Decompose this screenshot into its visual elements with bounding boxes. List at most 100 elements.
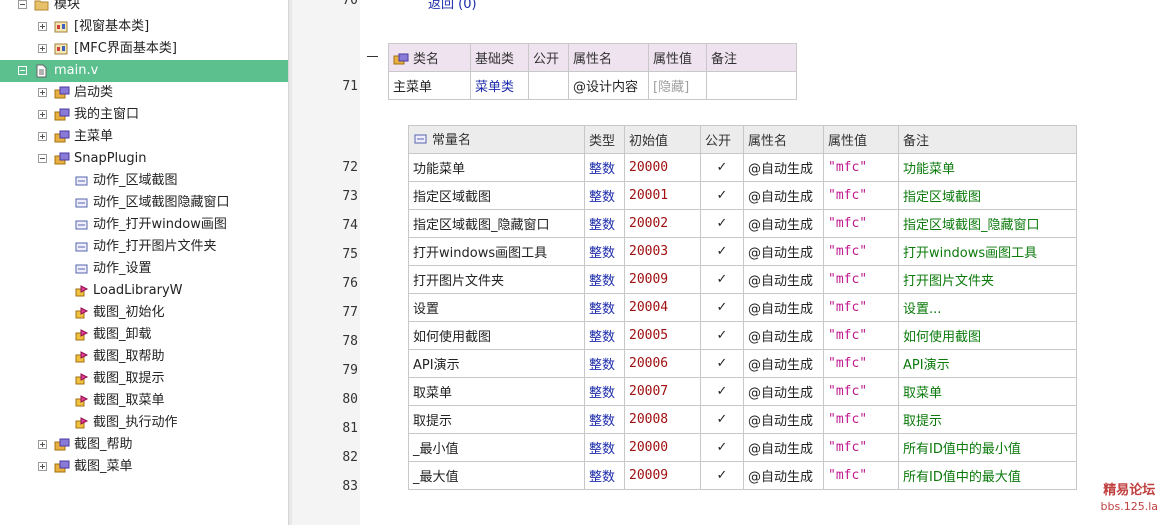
constant-row[interactable]: API演示 整数 20006 ✓ @自动生成 "mfc" API演示 <box>408 349 1077 378</box>
public-check-cell[interactable]: ✓ <box>700 433 744 462</box>
tree-item[interactable]: 截图_执行动作 <box>0 412 288 434</box>
constant-row[interactable]: _最大值 整数 20009 ✓ @自动生成 "mfc" 所有ID值中的最大值 <box>408 461 1077 490</box>
type-cell[interactable]: 整数 <box>584 153 625 182</box>
constant-name-cell[interactable]: _最小值 <box>408 433 585 462</box>
attr-value-cell[interactable]: "mfc" <box>823 377 899 406</box>
tree-item[interactable]: 截图_菜单 <box>0 456 288 478</box>
tree-item[interactable]: 启动类 <box>0 82 288 104</box>
attr-name-cell[interactable]: @设计内容 <box>568 71 649 100</box>
constant-name-cell[interactable]: API演示 <box>408 349 585 378</box>
tree-item[interactable]: 动作_区域截图 <box>0 170 288 192</box>
constant-row[interactable]: 功能菜单 整数 20000 ✓ @自动生成 "mfc" 功能菜单 <box>408 153 1077 182</box>
public-check-cell[interactable]: ✓ <box>700 349 744 378</box>
note-cell[interactable]: 取提示 <box>898 405 1077 434</box>
type-cell[interactable]: 整数 <box>584 377 625 406</box>
constant-name-cell[interactable]: 打开图片文件夹 <box>408 265 585 294</box>
constant-name-cell[interactable]: 功能菜单 <box>408 153 585 182</box>
public-check-cell[interactable]: ✓ <box>700 237 744 266</box>
tree-item[interactable]: 截图_取帮助 <box>0 346 288 368</box>
attr-name-cell[interactable]: @自动生成 <box>743 433 824 462</box>
type-cell[interactable]: 整数 <box>584 209 625 238</box>
attr-name-cell[interactable]: @自动生成 <box>743 321 824 350</box>
collapse-icon[interactable] <box>18 66 27 75</box>
constant-row[interactable]: 取提示 整数 20008 ✓ @自动生成 "mfc" 取提示 <box>408 405 1077 434</box>
attr-value-cell[interactable]: "mfc" <box>823 265 899 294</box>
attr-name-cell[interactable]: @自动生成 <box>743 265 824 294</box>
attr-name-cell[interactable]: @自动生成 <box>743 237 824 266</box>
public-check-cell[interactable]: ✓ <box>700 209 744 238</box>
tree-item[interactable]: 动作_设置 <box>0 258 288 280</box>
constant-name-cell[interactable]: 如何使用截图 <box>408 321 585 350</box>
attr-value-cell[interactable]: "mfc" <box>823 461 899 490</box>
collapse-icon[interactable] <box>38 154 47 163</box>
tree-item[interactable]: 动作_打开window画图 <box>0 214 288 236</box>
type-cell[interactable]: 整数 <box>584 405 625 434</box>
attr-value-cell[interactable]: "mfc" <box>823 153 899 182</box>
attr-value-cell[interactable]: "mfc" <box>823 293 899 322</box>
attr-name-cell[interactable]: @自动生成 <box>743 209 824 238</box>
expand-icon[interactable] <box>38 22 47 31</box>
public-check-cell[interactable]: ✓ <box>700 265 744 294</box>
note-cell[interactable]: 指定区域截图 <box>898 181 1077 210</box>
attr-value-cell[interactable]: "mfc" <box>823 349 899 378</box>
note-cell[interactable]: 设置... <box>898 293 1077 322</box>
expand-icon[interactable] <box>38 110 47 119</box>
initial-value-cell[interactable]: 20005 <box>624 321 701 350</box>
initial-value-cell[interactable]: 20000 <box>624 433 701 462</box>
type-cell[interactable]: 整数 <box>584 293 625 322</box>
fold-marker-icon[interactable] <box>367 56 378 57</box>
note-cell[interactable]: 打开图片文件夹 <box>898 265 1077 294</box>
note-cell[interactable]: 取菜单 <box>898 377 1077 406</box>
constant-name-cell[interactable]: _最大值 <box>408 461 585 490</box>
initial-value-cell[interactable]: 20004 <box>624 293 701 322</box>
constant-name-cell[interactable]: 取菜单 <box>408 377 585 406</box>
initial-value-cell[interactable]: 20002 <box>624 209 701 238</box>
public-check-cell[interactable]: ✓ <box>700 321 744 350</box>
attr-value-cell[interactable]: [隐藏] <box>648 71 707 100</box>
tree-item[interactable]: main.v <box>0 60 288 82</box>
constant-name-cell[interactable]: 设置 <box>408 293 585 322</box>
tree-item[interactable]: SnapPlugin <box>0 148 288 170</box>
class-name-cell[interactable]: 主菜单 <box>388 71 471 100</box>
tree-item[interactable]: 截图_初始化 <box>0 302 288 324</box>
initial-value-cell[interactable]: 20003 <box>624 237 701 266</box>
tree-item[interactable]: [视窗基本类] <box>0 16 288 38</box>
constant-row[interactable]: 如何使用截图 整数 20005 ✓ @自动生成 "mfc" 如何使用截图 <box>408 321 1077 350</box>
note-cell[interactable]: 所有ID值中的最小值 <box>898 433 1077 462</box>
attr-value-cell[interactable]: "mfc" <box>823 181 899 210</box>
type-cell[interactable]: 整数 <box>584 181 625 210</box>
type-cell[interactable]: 整数 <box>584 237 625 266</box>
initial-value-cell[interactable]: 20009 <box>624 265 701 294</box>
note-cell[interactable]: 打开windows画图工具 <box>898 237 1077 266</box>
tree-item[interactable]: 动作_区域截图隐藏窗口 <box>0 192 288 214</box>
attr-name-cell[interactable]: @自动生成 <box>743 461 824 490</box>
public-check-cell[interactable]: ✓ <box>700 377 744 406</box>
attr-name-cell[interactable]: @自动生成 <box>743 153 824 182</box>
attr-name-cell[interactable]: @自动生成 <box>743 181 824 210</box>
attr-name-cell[interactable]: @自动生成 <box>743 349 824 378</box>
initial-value-cell[interactable]: 20007 <box>624 377 701 406</box>
tree-item[interactable]: LoadLibraryW <box>0 280 288 302</box>
tree-item[interactable]: 截图_取提示 <box>0 368 288 390</box>
type-cell[interactable]: 整数 <box>584 265 625 294</box>
note-cell[interactable]: 所有ID值中的最大值 <box>898 461 1077 490</box>
class-row[interactable]: 主菜单 菜单类 @设计内容 [隐藏] <box>388 71 797 100</box>
note-cell[interactable]: 指定区域截图_隐藏窗口 <box>898 209 1077 238</box>
note-cell[interactable]: 如何使用截图 <box>898 321 1077 350</box>
public-check-cell[interactable]: ✓ <box>700 181 744 210</box>
public-check-cell[interactable]: ✓ <box>700 461 744 490</box>
type-cell[interactable]: 整数 <box>584 433 625 462</box>
type-cell[interactable]: 整数 <box>584 321 625 350</box>
tree-item[interactable]: 主菜单 <box>0 126 288 148</box>
constant-row[interactable]: 设置 整数 20004 ✓ @自动生成 "mfc" 设置... <box>408 293 1077 322</box>
attr-value-cell[interactable]: "mfc" <box>823 405 899 434</box>
initial-value-cell[interactable]: 20009 <box>624 461 701 490</box>
note-cell[interactable]: 功能菜单 <box>898 153 1077 182</box>
attr-value-cell[interactable]: "mfc" <box>823 433 899 462</box>
constant-row[interactable]: 打开图片文件夹 整数 20009 ✓ @自动生成 "mfc" 打开图片文件夹 <box>408 265 1077 294</box>
attr-name-cell[interactable]: @自动生成 <box>743 405 824 434</box>
type-cell[interactable]: 整数 <box>584 461 625 490</box>
tree-item[interactable]: 我的主窗口 <box>0 104 288 126</box>
expand-icon[interactable] <box>38 440 47 449</box>
base-class-cell[interactable]: 菜单类 <box>470 71 529 100</box>
